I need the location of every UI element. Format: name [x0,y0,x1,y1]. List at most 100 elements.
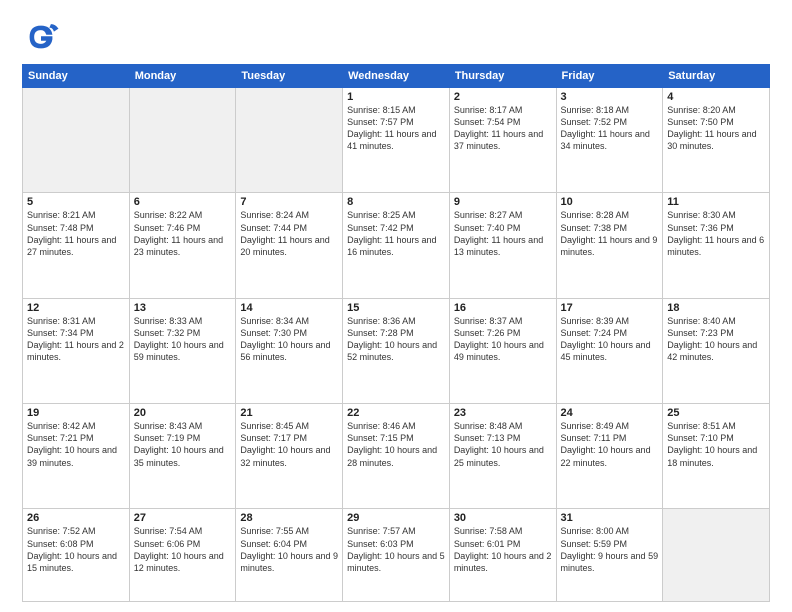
day-info: Sunrise: 7:52 AMSunset: 6:08 PMDaylight:… [27,525,125,574]
calendar-week-4: 19Sunrise: 8:42 AMSunset: 7:21 PMDayligh… [23,404,770,509]
day-header-wednesday: Wednesday [343,65,450,88]
calendar-cell: 18Sunrise: 8:40 AMSunset: 7:23 PMDayligh… [663,298,770,403]
calendar-cell: 20Sunrise: 8:43 AMSunset: 7:19 PMDayligh… [129,404,236,509]
calendar-cell: 13Sunrise: 8:33 AMSunset: 7:32 PMDayligh… [129,298,236,403]
day-number: 9 [454,196,552,208]
day-number: 14 [240,302,338,314]
day-number: 22 [347,407,445,419]
calendar-cell: 9Sunrise: 8:27 AMSunset: 7:40 PMDaylight… [449,193,556,298]
calendar-header-row: SundayMondayTuesdayWednesdayThursdayFrid… [23,65,770,88]
day-info: Sunrise: 8:24 AMSunset: 7:44 PMDaylight:… [240,209,338,258]
calendar-week-1: 1Sunrise: 8:15 AMSunset: 7:57 PMDaylight… [23,88,770,193]
day-info: Sunrise: 8:45 AMSunset: 7:17 PMDaylight:… [240,420,338,469]
day-info: Sunrise: 8:21 AMSunset: 7:48 PMDaylight:… [27,209,125,258]
logo-area [22,18,64,56]
day-number: 8 [347,196,445,208]
calendar-table: SundayMondayTuesdayWednesdayThursdayFrid… [22,64,770,602]
calendar-cell: 2Sunrise: 8:17 AMSunset: 7:54 PMDaylight… [449,88,556,193]
day-number: 30 [454,512,552,524]
day-number: 1 [347,91,445,103]
calendar-cell: 16Sunrise: 8:37 AMSunset: 7:26 PMDayligh… [449,298,556,403]
calendar-cell [236,88,343,193]
calendar-cell: 14Sunrise: 8:34 AMSunset: 7:30 PMDayligh… [236,298,343,403]
day-number: 19 [27,407,125,419]
day-info: Sunrise: 8:20 AMSunset: 7:50 PMDaylight:… [667,104,765,153]
calendar-week-5: 26Sunrise: 7:52 AMSunset: 6:08 PMDayligh… [23,509,770,602]
calendar-cell: 27Sunrise: 7:54 AMSunset: 6:06 PMDayligh… [129,509,236,602]
day-number: 23 [454,407,552,419]
calendar-cell: 11Sunrise: 8:30 AMSunset: 7:36 PMDayligh… [663,193,770,298]
calendar-page: SundayMondayTuesdayWednesdayThursdayFrid… [0,0,792,612]
day-number: 5 [27,196,125,208]
calendar-cell: 4Sunrise: 8:20 AMSunset: 7:50 PMDaylight… [663,88,770,193]
day-header-saturday: Saturday [663,65,770,88]
calendar-cell: 7Sunrise: 8:24 AMSunset: 7:44 PMDaylight… [236,193,343,298]
day-number: 21 [240,407,338,419]
calendar-cell: 25Sunrise: 8:51 AMSunset: 7:10 PMDayligh… [663,404,770,509]
day-number: 18 [667,302,765,314]
day-info: Sunrise: 8:37 AMSunset: 7:26 PMDaylight:… [454,315,552,364]
day-number: 15 [347,302,445,314]
calendar-week-3: 12Sunrise: 8:31 AMSunset: 7:34 PMDayligh… [23,298,770,403]
day-info: Sunrise: 8:51 AMSunset: 7:10 PMDaylight:… [667,420,765,469]
day-info: Sunrise: 8:48 AMSunset: 7:13 PMDaylight:… [454,420,552,469]
calendar-cell [23,88,130,193]
day-info: Sunrise: 8:42 AMSunset: 7:21 PMDaylight:… [27,420,125,469]
day-number: 16 [454,302,552,314]
day-number: 28 [240,512,338,524]
day-number: 25 [667,407,765,419]
day-info: Sunrise: 7:55 AMSunset: 6:04 PMDaylight:… [240,525,338,574]
calendar-cell: 5Sunrise: 8:21 AMSunset: 7:48 PMDaylight… [23,193,130,298]
day-header-friday: Friday [556,65,663,88]
calendar-cell: 6Sunrise: 8:22 AMSunset: 7:46 PMDaylight… [129,193,236,298]
day-info: Sunrise: 8:28 AMSunset: 7:38 PMDaylight:… [561,209,659,258]
day-number: 24 [561,407,659,419]
day-info: Sunrise: 8:15 AMSunset: 7:57 PMDaylight:… [347,104,445,153]
calendar-cell: 10Sunrise: 8:28 AMSunset: 7:38 PMDayligh… [556,193,663,298]
day-info: Sunrise: 8:22 AMSunset: 7:46 PMDaylight:… [134,209,232,258]
calendar-cell: 15Sunrise: 8:36 AMSunset: 7:28 PMDayligh… [343,298,450,403]
calendar-cell: 31Sunrise: 8:00 AMSunset: 5:59 PMDayligh… [556,509,663,602]
day-info: Sunrise: 8:46 AMSunset: 7:15 PMDaylight:… [347,420,445,469]
calendar-cell [129,88,236,193]
day-info: Sunrise: 8:25 AMSunset: 7:42 PMDaylight:… [347,209,445,258]
day-info: Sunrise: 8:17 AMSunset: 7:54 PMDaylight:… [454,104,552,153]
day-number: 2 [454,91,552,103]
day-info: Sunrise: 8:30 AMSunset: 7:36 PMDaylight:… [667,209,765,258]
calendar-cell: 12Sunrise: 8:31 AMSunset: 7:34 PMDayligh… [23,298,130,403]
day-header-sunday: Sunday [23,65,130,88]
day-info: Sunrise: 8:34 AMSunset: 7:30 PMDaylight:… [240,315,338,364]
calendar-cell: 1Sunrise: 8:15 AMSunset: 7:57 PMDaylight… [343,88,450,193]
logo-icon [22,18,60,56]
day-info: Sunrise: 7:57 AMSunset: 6:03 PMDaylight:… [347,525,445,574]
day-number: 31 [561,512,659,524]
day-number: 7 [240,196,338,208]
calendar-cell: 19Sunrise: 8:42 AMSunset: 7:21 PMDayligh… [23,404,130,509]
day-info: Sunrise: 8:18 AMSunset: 7:52 PMDaylight:… [561,104,659,153]
day-number: 27 [134,512,232,524]
day-info: Sunrise: 8:49 AMSunset: 7:11 PMDaylight:… [561,420,659,469]
day-info: Sunrise: 8:36 AMSunset: 7:28 PMDaylight:… [347,315,445,364]
day-info: Sunrise: 7:54 AMSunset: 6:06 PMDaylight:… [134,525,232,574]
header [22,18,770,56]
calendar-cell: 22Sunrise: 8:46 AMSunset: 7:15 PMDayligh… [343,404,450,509]
day-info: Sunrise: 7:58 AMSunset: 6:01 PMDaylight:… [454,525,552,574]
day-number: 26 [27,512,125,524]
day-number: 4 [667,91,765,103]
day-header-thursday: Thursday [449,65,556,88]
day-info: Sunrise: 8:43 AMSunset: 7:19 PMDaylight:… [134,420,232,469]
day-number: 3 [561,91,659,103]
calendar-cell: 29Sunrise: 7:57 AMSunset: 6:03 PMDayligh… [343,509,450,602]
day-number: 29 [347,512,445,524]
calendar-cell: 8Sunrise: 8:25 AMSunset: 7:42 PMDaylight… [343,193,450,298]
day-number: 17 [561,302,659,314]
calendar-cell: 3Sunrise: 8:18 AMSunset: 7:52 PMDaylight… [556,88,663,193]
calendar-week-2: 5Sunrise: 8:21 AMSunset: 7:48 PMDaylight… [23,193,770,298]
calendar-cell [663,509,770,602]
day-number: 6 [134,196,232,208]
day-info: Sunrise: 8:31 AMSunset: 7:34 PMDaylight:… [27,315,125,364]
day-info: Sunrise: 8:27 AMSunset: 7:40 PMDaylight:… [454,209,552,258]
calendar-cell: 28Sunrise: 7:55 AMSunset: 6:04 PMDayligh… [236,509,343,602]
calendar-cell: 26Sunrise: 7:52 AMSunset: 6:08 PMDayligh… [23,509,130,602]
day-number: 12 [27,302,125,314]
